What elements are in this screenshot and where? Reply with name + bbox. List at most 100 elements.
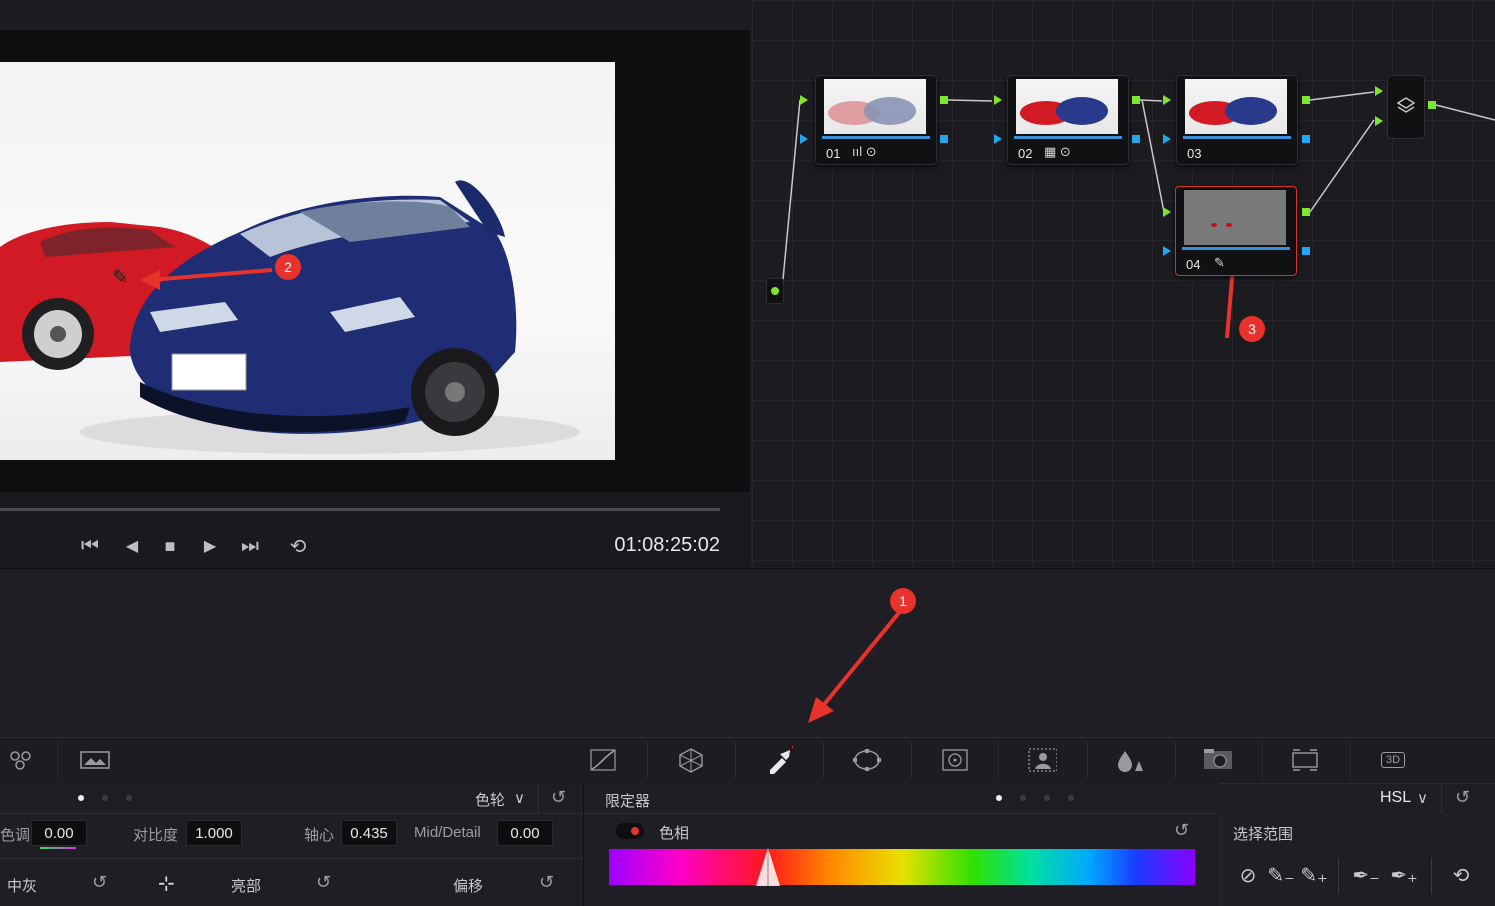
- param-label: 色调: [0, 827, 31, 844]
- qualifier-panel: 限定器 色相 ↺: [584, 783, 1220, 906]
- curves-icon: [590, 749, 616, 771]
- picker-subtract-button[interactable]: ✎₋: [1266, 858, 1296, 892]
- magic-mask-palette-button[interactable]: [1027, 745, 1057, 775]
- node-status-icons: ııl ⊙: [852, 144, 877, 159]
- key-input-port[interactable]: [800, 134, 808, 144]
- input-port[interactable]: [800, 95, 808, 105]
- reset-icon[interactable]: ↺: [1455, 787, 1470, 808]
- reset-icon[interactable]: ↺: [92, 872, 107, 893]
- color-wheels-panel: 色轮 ∨ ↺ 色调 0.00 对比度 1.000 轴心 0.435 Mid/De…: [0, 783, 584, 906]
- input-port[interactable]: [994, 95, 1002, 105]
- hue-range-marker[interactable]: [752, 846, 782, 886]
- contrast-value-field[interactable]: 1.000: [186, 820, 242, 846]
- panel-title: 选择范围: [1233, 826, 1294, 843]
- key-input-port[interactable]: [994, 134, 1002, 144]
- key-input-port[interactable]: [1163, 246, 1171, 256]
- hue-toggle[interactable]: [616, 823, 644, 839]
- mixer-output-port[interactable]: [1428, 101, 1436, 109]
- hue-spectrum-bar[interactable]: [609, 849, 1195, 885]
- tracker-palette-button[interactable]: [940, 745, 970, 775]
- key-palette-button[interactable]: [1202, 745, 1232, 775]
- key-output-port[interactable]: [1132, 135, 1140, 143]
- reset-icon[interactable]: ↺: [551, 787, 566, 808]
- node-status-icons: ▦ ⊙: [1044, 144, 1071, 159]
- layer-mixer-node[interactable]: [1387, 75, 1425, 139]
- power-window-palette-button[interactable]: [852, 745, 882, 775]
- page-dot[interactable]: [996, 795, 1002, 801]
- curves-palette-button[interactable]: [588, 745, 618, 775]
- key-output-port[interactable]: [940, 135, 948, 143]
- color-warper-palette-button[interactable]: [676, 745, 706, 775]
- reset-icon[interactable]: ↺: [1174, 820, 1189, 841]
- source-port[interactable]: [766, 278, 784, 304]
- blur-palette-button[interactable]: [1115, 745, 1145, 775]
- node-thumbnail: [1184, 190, 1286, 245]
- power-window-icon: [853, 749, 881, 771]
- reset-icon[interactable]: ↺: [316, 872, 331, 893]
- loop-icon: ⟲: [289, 535, 307, 558]
- empty-workspace: [0, 568, 1495, 737]
- node-label: 04: [1186, 257, 1201, 272]
- blur-icon: [1118, 751, 1143, 772]
- node-01[interactable]: 01 ııl ⊙: [815, 75, 937, 165]
- key-input-port[interactable]: [1163, 134, 1171, 144]
- invert-icon: ⟲: [1452, 864, 1470, 887]
- page-dot[interactable]: [1044, 795, 1050, 801]
- qualifier-node-icon: ✎: [1214, 255, 1225, 270]
- mid-detail-value-field[interactable]: 0.00: [497, 820, 553, 846]
- output-port[interactable]: [940, 96, 948, 104]
- 3d-icon: 3D: [1380, 752, 1406, 768]
- feather-minus-icon: ✒₋: [1352, 864, 1380, 887]
- page-dot[interactable]: [102, 795, 108, 801]
- mixer-input-port[interactable]: [1375, 86, 1383, 96]
- picker-add-button[interactable]: ✎₊: [1299, 858, 1329, 892]
- node-02[interactable]: 02 ▦ ⊙: [1007, 75, 1129, 165]
- tint-value-field[interactable]: 0.00: [31, 820, 87, 846]
- feather-add-button[interactable]: ✒₊: [1389, 858, 1419, 892]
- layers-icon: [1396, 97, 1416, 113]
- timeline-scrubber[interactable]: [0, 508, 720, 511]
- param-label: Mid/Detail: [414, 824, 481, 841]
- page-dot[interactable]: [1068, 795, 1074, 801]
- node-graph[interactable]: 01 ııl ⊙ 02 ▦ ⊙ 03 04 ✎: [752, 0, 1495, 567]
- input-port[interactable]: [1163, 207, 1171, 217]
- output-port[interactable]: [1132, 96, 1140, 104]
- palette-toolbar: [0, 737, 1495, 784]
- output-port[interactable]: [1302, 208, 1310, 216]
- key-output-port[interactable]: [1302, 135, 1310, 143]
- jump-first-button[interactable]: ⏮: [76, 532, 104, 560]
- page-dot[interactable]: [78, 795, 84, 801]
- nodes-palette-button[interactable]: [6, 745, 36, 775]
- wheels-mode-selector[interactable]: 色轮: [475, 789, 505, 810]
- qualifier-mode-selector[interactable]: HSL: [1380, 789, 1411, 807]
- 3d-palette-button[interactable]: 3D: [1378, 745, 1408, 775]
- node-03[interactable]: 03: [1176, 75, 1298, 165]
- chevron-down-icon[interactable]: ∨: [1417, 789, 1428, 807]
- play-reverse-button[interactable]: ◀: [118, 532, 146, 560]
- output-port[interactable]: [1302, 96, 1310, 104]
- node-04[interactable]: 04 ✎: [1175, 186, 1297, 276]
- viewer-image[interactable]: ✎: [0, 62, 615, 460]
- qualifier-palette-button[interactable]: [764, 745, 794, 775]
- reset-icon[interactable]: ↺: [539, 872, 554, 893]
- magic-mask-icon: [1028, 748, 1057, 772]
- pivot-value-field[interactable]: 0.435: [341, 820, 397, 846]
- scene-palette-button[interactable]: [80, 745, 110, 775]
- page-dot[interactable]: [1020, 795, 1026, 801]
- mixer-input-port[interactable]: [1375, 116, 1383, 126]
- stop-button[interactable]: ■: [156, 532, 184, 560]
- sizing-palette-button[interactable]: [1290, 745, 1320, 775]
- loop-button[interactable]: ⟲: [284, 532, 312, 560]
- invert-button[interactable]: ⟲: [1446, 858, 1476, 892]
- feather-subtract-button[interactable]: ✒₋: [1351, 858, 1381, 892]
- chevron-down-icon[interactable]: ∨: [514, 789, 525, 807]
- input-port[interactable]: [1163, 95, 1171, 105]
- jump-last-button[interactable]: ⏭: [236, 532, 264, 560]
- param-label: 对比度: [133, 827, 179, 844]
- play-button[interactable]: ▶: [196, 532, 224, 560]
- key-output-port[interactable]: [1302, 247, 1310, 255]
- page-dot[interactable]: [126, 795, 132, 801]
- picker-tool-button[interactable]: ⊘: [1233, 858, 1263, 892]
- qualifier-eyedropper-icon: [770, 746, 793, 774]
- crosshair-icon[interactable]: ⊹: [158, 871, 175, 896]
